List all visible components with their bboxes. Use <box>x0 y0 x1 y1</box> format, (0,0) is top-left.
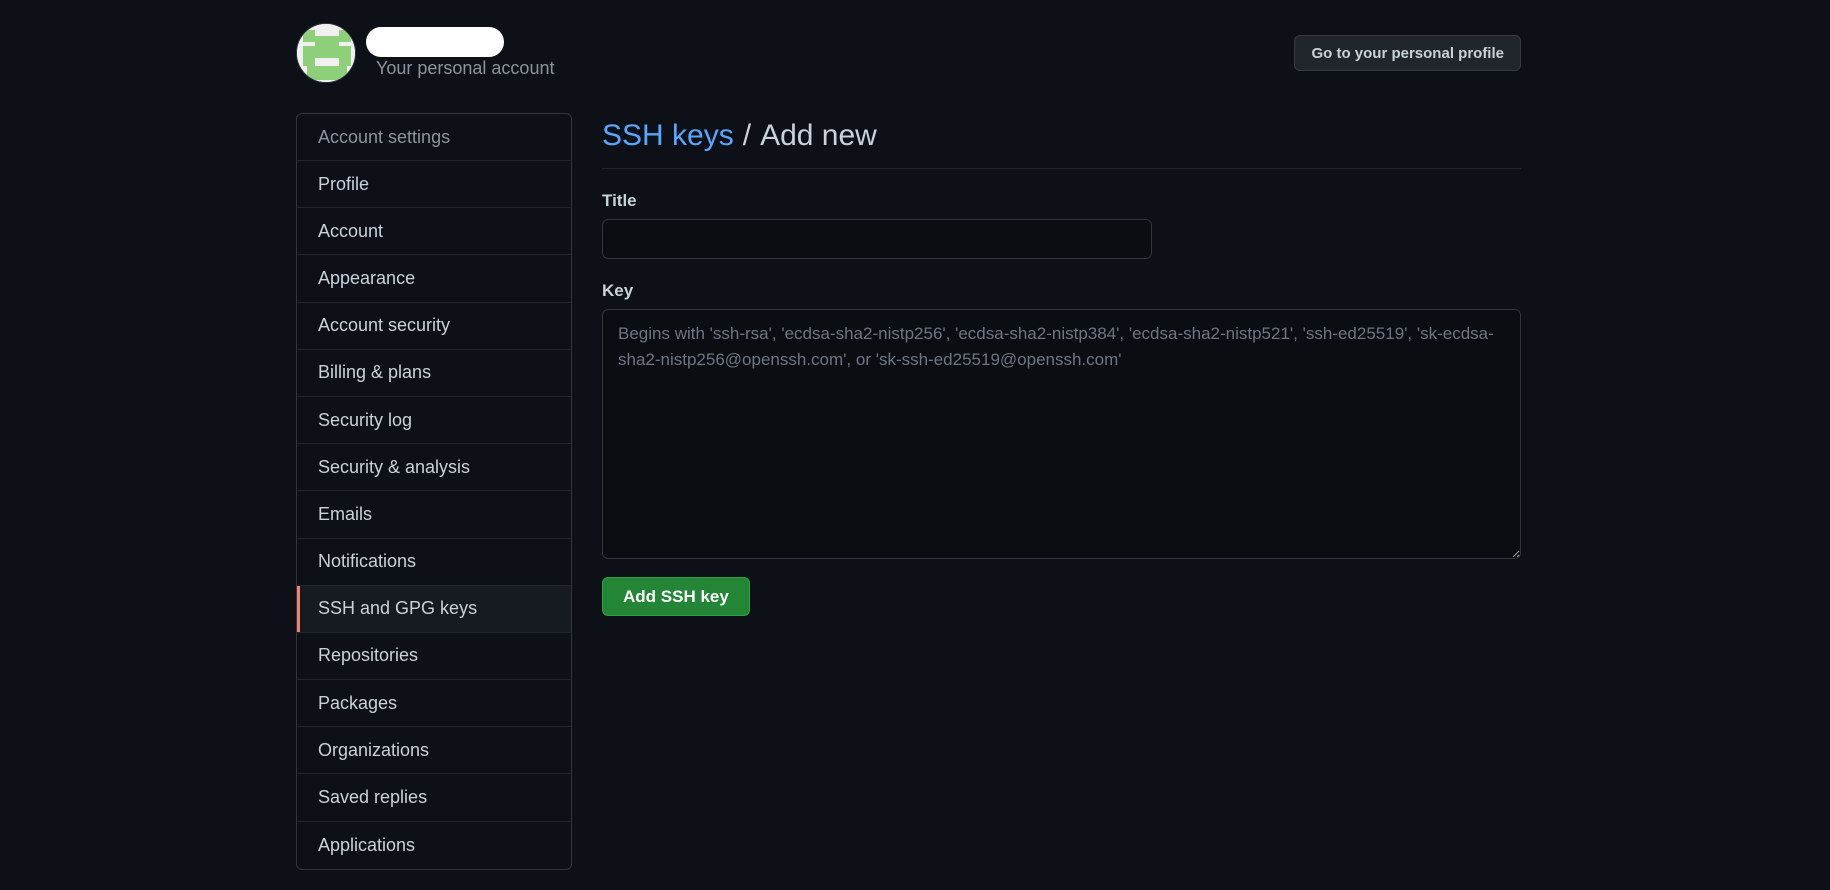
sidebar-item-profile[interactable]: Profile <box>297 161 571 209</box>
sidebar-heading: Account settings <box>297 114 571 161</box>
breadcrumb-ssh-keys-link[interactable]: SSH keys <box>602 119 734 153</box>
sidebar-item-repositories[interactable]: Repositories <box>297 633 571 681</box>
personal-profile-button[interactable]: Go to your personal profile <box>1294 35 1521 71</box>
sidebar-item-applications[interactable]: Applications <box>297 822 571 869</box>
sidebar-item-appearance[interactable]: Appearance <box>297 255 571 303</box>
account-subtitle: Your personal account <box>376 58 555 78</box>
sidebar-item-billing-plans[interactable]: Billing & plans <box>297 350 571 397</box>
key-label: Key <box>602 281 634 300</box>
settings-sidebar: Account settings Profile Account Appeara… <box>296 113 572 870</box>
sidebar-item-packages[interactable]: Packages <box>297 680 571 728</box>
identicon-image <box>297 24 355 82</box>
sidebar-item-account[interactable]: Account <box>297 208 571 256</box>
sidebar-item-notifications[interactable]: Notifications <box>297 539 571 586</box>
main-content: SSH keys / Add new Title Key Add SSH key <box>602 113 1521 616</box>
breadcrumb-current: Add new <box>760 119 877 152</box>
breadcrumb-separator: / <box>742 119 752 152</box>
key-textarea[interactable] <box>602 309 1521 559</box>
settings-header: Your personal account Go to your persona… <box>296 23 1521 83</box>
avatar[interactable] <box>296 23 356 83</box>
title-input[interactable] <box>602 219 1152 259</box>
sidebar-item-security-log[interactable]: Security log <box>297 397 571 445</box>
sidebar-item-account-security[interactable]: Account security <box>297 303 571 350</box>
sidebar-item-saved-replies[interactable]: Saved replies <box>297 774 571 822</box>
title-label: Title <box>602 191 637 210</box>
username-redacted <box>366 27 504 57</box>
add-ssh-key-button[interactable]: Add SSH key <box>602 577 750 616</box>
sidebar-item-ssh-gpg-keys[interactable]: SSH and GPG keys <box>297 585 571 633</box>
sidebar-item-security-analysis[interactable]: Security & analysis <box>297 444 571 492</box>
sidebar-item-emails[interactable]: Emails <box>297 491 571 539</box>
sidebar-item-organizations[interactable]: Organizations <box>297 727 571 775</box>
page-title: SSH keys / Add new <box>602 113 1521 169</box>
